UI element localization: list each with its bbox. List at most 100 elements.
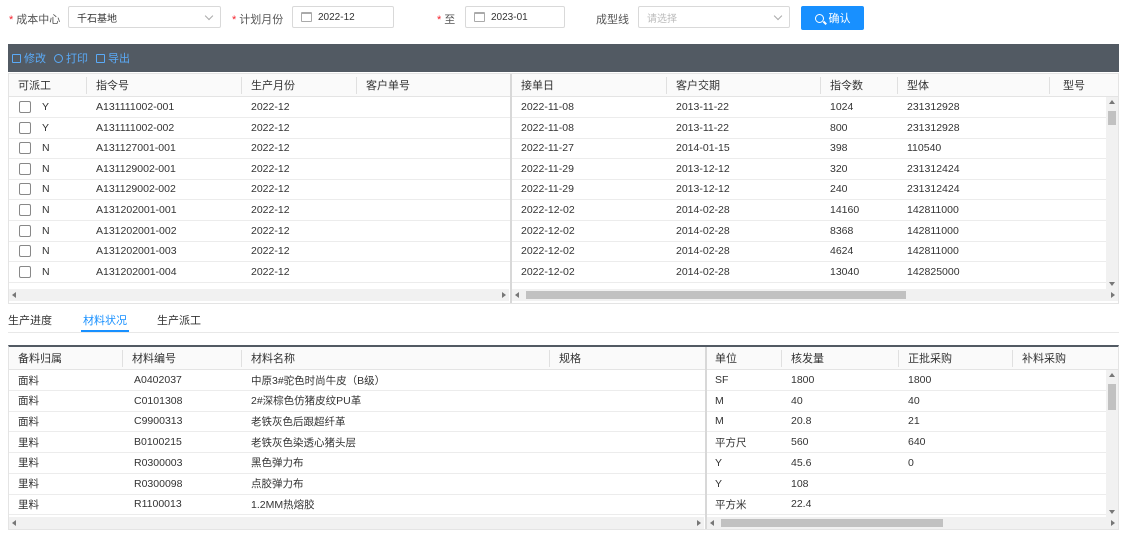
table-row[interactable]: N A131129002-001 2022-12 2022-11-29 2013-12-… — [9, 159, 1118, 180]
scroll-down-icon[interactable] — [1109, 282, 1115, 286]
scroll-thumb[interactable] — [721, 519, 943, 527]
table-row[interactable]: Y A131111002-001 2022-12 2022-11-08 2013-11-… — [9, 97, 1118, 118]
column-header[interactable]: 规格 — [559, 347, 581, 369]
orders-horizontal-scrollbar[interactable] — [512, 289, 1118, 301]
table-row[interactable]: N A131202001-004 2022-12 2022-12-02 2014-02-… — [9, 262, 1118, 283]
row-select-cell[interactable] — [19, 262, 31, 282]
table-row[interactable]: 面料 A0402037 中原3#驼色时尚牛皮（B级） SF 1800 1800 — [9, 370, 1118, 391]
forming-line-select[interactable]: 请选择 — [638, 6, 790, 28]
column-header[interactable]: 生产月份 — [251, 74, 295, 96]
table-row[interactable]: N A131127001-001 2022-12 2022-11-27 2014-01-… — [9, 138, 1118, 160]
tab-production-dispatch[interactable]: 生产派工 — [157, 312, 201, 328]
table-cell: 2022-12-02 — [521, 245, 575, 258]
table-row[interactable]: N A131202001-003 2022-12 2022-12-02 2014-02-… — [9, 241, 1118, 263]
orders-frozen-horizontal-scrollbar[interactable] — [9, 289, 509, 301]
column-header[interactable]: 接单日 — [521, 74, 554, 96]
table-cell: 老铁灰色后跟超纤革 — [251, 415, 346, 428]
column-header[interactable]: 指令数 — [830, 74, 863, 96]
plan-month-end-input[interactable]: 2023-01 — [465, 6, 565, 28]
table-row[interactable]: 里料 R0300098 点胶弹力布 Y 108 — [9, 474, 1118, 495]
table-cell: A0402037 — [134, 374, 182, 386]
print-button[interactable]: 打印 — [54, 50, 88, 66]
scroll-down-icon[interactable] — [1109, 510, 1115, 514]
row-select-cell[interactable] — [19, 138, 31, 158]
scroll-left-icon[interactable] — [710, 520, 714, 526]
row-select-cell[interactable] — [19, 241, 31, 261]
cost-center-label: * 成本中心 — [9, 14, 61, 26]
materials-frozen-horizontal-scrollbar[interactable] — [9, 517, 704, 529]
search-icon — [814, 13, 824, 23]
table-row[interactable]: 里料 R1100013 1.2MM热熔胶 平方米 22.4 — [9, 494, 1118, 516]
table-cell: Y — [42, 121, 50, 134]
row-select-cell[interactable] — [19, 221, 31, 241]
materials-vertical-scrollbar[interactable] — [1106, 370, 1118, 517]
scroll-right-icon[interactable] — [1111, 292, 1115, 298]
column-header[interactable]: 补料采购 — [1022, 347, 1066, 369]
column-header[interactable]: 型体 — [907, 74, 929, 96]
table-cell: A131202001-004 — [96, 265, 177, 278]
row-select-cell[interactable] — [19, 97, 31, 117]
row-checkbox[interactable] — [19, 245, 31, 258]
table-cell: N — [42, 204, 50, 216]
row-select-cell[interactable] — [19, 159, 31, 179]
row-checkbox[interactable] — [19, 204, 31, 216]
scroll-thumb[interactable] — [1108, 111, 1116, 125]
column-header[interactable]: 备料归属 — [18, 347, 62, 369]
plan-month-label: * 计划月份 — [232, 14, 284, 26]
table-row[interactable]: N A131202001-002 2022-12 2022-12-02 2014-02-… — [9, 221, 1118, 242]
table-cell: R0300003 — [134, 456, 183, 469]
table-row[interactable]: 面料 C9900313 老铁灰色后跟超纤革 M 20.8 21 — [9, 411, 1118, 433]
confirm-button[interactable]: 确认 — [801, 6, 864, 30]
tab-production-progress[interactable]: 生产进度 — [8, 312, 52, 328]
row-checkbox[interactable] — [19, 265, 31, 278]
column-header[interactable]: 材料名称 — [251, 347, 295, 369]
scroll-left-icon[interactable] — [12, 292, 16, 298]
table-row[interactable]: 面料 C0101308 2#深棕色仿猪皮纹PU革 M 40 40 — [9, 391, 1118, 412]
scroll-left-icon[interactable] — [515, 292, 519, 298]
scroll-right-icon[interactable] — [697, 520, 701, 526]
row-checkbox[interactable] — [19, 142, 31, 155]
orders-vertical-scrollbar[interactable] — [1106, 97, 1118, 289]
table-cell: 231312928 — [907, 101, 960, 113]
cost-center-select[interactable]: 千石基地 — [68, 6, 221, 28]
table-row[interactable]: 里料 R0300003 黑色弹力布 Y 45.6 0 — [9, 453, 1118, 474]
scroll-thumb[interactable] — [526, 291, 906, 299]
export-button[interactable]: 导出 — [96, 50, 130, 66]
scroll-up-icon[interactable] — [1109, 373, 1115, 377]
table-row[interactable]: Y A131111002-002 2022-12 2022-11-08 2013-11-… — [9, 118, 1118, 139]
table-row[interactable]: 里料 B0100215 老铁灰色染透心猪头层 平方尺 560 640 — [9, 432, 1118, 454]
table-row[interactable]: N A131202001-001 2022-12 2022-12-02 2014-02-… — [9, 200, 1118, 221]
scroll-left-icon[interactable] — [12, 520, 16, 526]
row-checkbox[interactable] — [19, 162, 31, 175]
materials-horizontal-scrollbar[interactable] — [707, 517, 1118, 529]
row-checkbox[interactable] — [19, 121, 31, 134]
row-checkbox[interactable] — [19, 101, 31, 113]
column-header[interactable]: 材料编号 — [132, 347, 176, 369]
table-cell: 2022-11-29 — [521, 183, 574, 196]
row-checkbox[interactable] — [19, 224, 31, 237]
column-header[interactable]: 客户交期 — [676, 74, 720, 96]
row-checkbox[interactable] — [19, 183, 31, 196]
tab-material-status[interactable]: 材料状况 — [83, 312, 127, 328]
row-select-cell[interactable] — [19, 179, 31, 199]
column-header[interactable]: 正批采购 — [908, 347, 952, 369]
plan-month-start-input[interactable]: 2022-12 — [292, 6, 394, 28]
column-header[interactable]: 指令号 — [96, 74, 129, 96]
table-row[interactable]: N A131129002-002 2022-12 2022-11-29 2013-12-… — [9, 179, 1118, 201]
table-cell: 40 — [908, 394, 920, 407]
row-select-cell[interactable] — [19, 200, 31, 220]
column-header[interactable]: 型号 — [1063, 74, 1085, 96]
scroll-right-icon[interactable] — [1111, 520, 1115, 526]
column-header[interactable]: 可派工 — [18, 74, 51, 96]
scroll-up-icon[interactable] — [1109, 100, 1115, 104]
table-cell: 142811000 — [907, 204, 959, 216]
scroll-thumb[interactable] — [1108, 384, 1116, 410]
table-cell: 2022-12 — [251, 142, 290, 155]
row-select-cell[interactable] — [19, 118, 31, 138]
column-header[interactable]: 核发量 — [791, 347, 824, 369]
table-cell: 面料 — [18, 415, 39, 428]
scroll-right-icon[interactable] — [502, 292, 506, 298]
edit-button[interactable]: 修改 — [12, 50, 46, 66]
column-header[interactable]: 客户单号 — [366, 74, 410, 96]
column-header[interactable]: 单位 — [715, 347, 737, 369]
